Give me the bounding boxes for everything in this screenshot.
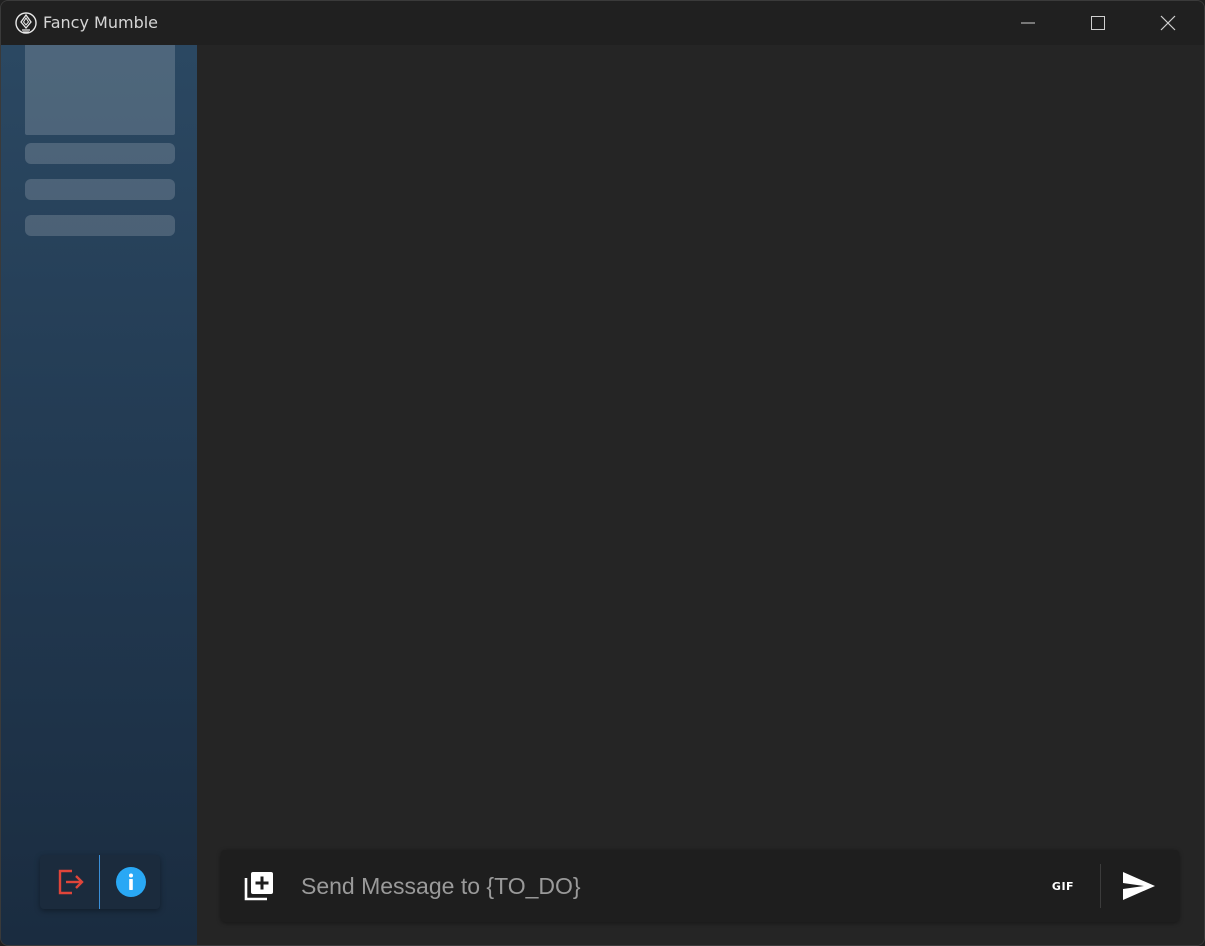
loading-placeholder-avatar bbox=[25, 45, 175, 135]
window-title: Fancy Mumble bbox=[43, 13, 159, 32]
gif-button[interactable]: GIF bbox=[1041, 872, 1085, 900]
sidebar bbox=[1, 45, 197, 945]
chat-area: GIF bbox=[197, 45, 1204, 945]
loading-placeholder-line bbox=[25, 215, 175, 236]
maximize-button[interactable] bbox=[1068, 1, 1128, 45]
minimize-button[interactable] bbox=[998, 1, 1058, 45]
title-bar[interactable]: Fancy Mumble bbox=[1, 1, 1204, 45]
close-icon bbox=[1160, 15, 1176, 31]
message-composer: GIF bbox=[221, 850, 1179, 922]
info-icon bbox=[115, 867, 146, 897]
loading-placeholder-line bbox=[25, 143, 175, 164]
maximize-icon bbox=[1091, 16, 1105, 30]
action-divider bbox=[99, 855, 100, 909]
composer-divider bbox=[1100, 864, 1101, 908]
info-button[interactable] bbox=[101, 855, 160, 909]
send-icon bbox=[1123, 872, 1155, 900]
sidebar-action-bar bbox=[40, 855, 160, 909]
logout-icon bbox=[58, 869, 84, 895]
loading-placeholder-line bbox=[25, 179, 175, 200]
send-button[interactable] bbox=[1117, 866, 1161, 906]
logout-button[interactable] bbox=[40, 855, 99, 909]
add-media-icon bbox=[244, 872, 273, 901]
message-input[interactable] bbox=[301, 868, 1021, 904]
add-media-button[interactable] bbox=[241, 868, 277, 904]
close-button[interactable] bbox=[1138, 1, 1198, 45]
app-window: Fancy Mumble Send Message to {TO_DO} GIF bbox=[0, 0, 1205, 946]
minimize-icon bbox=[1021, 22, 1035, 24]
app-logo-icon bbox=[14, 11, 38, 35]
